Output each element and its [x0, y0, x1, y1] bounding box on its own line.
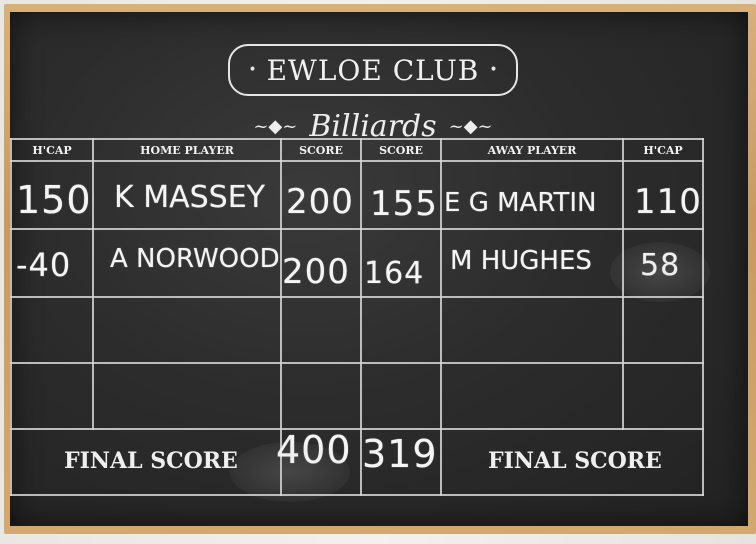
final-away-total: 319: [362, 432, 438, 476]
header-home-score: SCORE: [299, 144, 343, 157]
table-top-line: [10, 138, 704, 140]
row1-away-player: E G MARTIN: [444, 188, 597, 218]
chalk-smudge: [610, 242, 710, 302]
final-score-label-away: FINAL SCORE: [488, 448, 662, 474]
chalk-smudge: [230, 442, 350, 502]
row1-bottom-line: [10, 228, 704, 230]
final-score-label-home: FINAL SCORE: [64, 448, 238, 474]
row1-home-score: 200: [286, 182, 354, 222]
header-home-hcap: H'CAP: [32, 144, 72, 157]
col-line-score: [440, 138, 442, 496]
row2-bottom-line: [10, 296, 704, 298]
table-bottom-line: [10, 494, 704, 496]
row2-home-player: A NORWOOD: [110, 244, 280, 274]
col-line-left: [10, 138, 12, 496]
header-away-player: AWAY PLAYER: [487, 144, 577, 157]
row4-bottom-line: [10, 428, 704, 430]
header-home-player: HOME PLAYER: [140, 144, 234, 157]
row2-away-player: M HUGHES: [450, 246, 592, 276]
row1-home-player: K MASSEY: [114, 180, 265, 215]
header-away-score: SCORE: [379, 144, 423, 157]
col-line-right: [702, 138, 704, 496]
row1-home-hcap: 150: [16, 178, 92, 222]
row3-bottom-line: [10, 362, 704, 364]
col-line-hcap: [92, 138, 94, 430]
row1-away-hcap: 110: [634, 182, 702, 222]
header-bottom-line: [10, 160, 704, 162]
header-away-hcap: H'CAP: [643, 144, 683, 157]
row2-home-score: 200: [282, 252, 350, 292]
chalkboard: • EWLOE CLUB • ~◆~ Billiards ~◆~ H'CAP H…: [10, 12, 748, 526]
row2-away-score: 164: [364, 256, 425, 291]
row2-home-hcap: -40: [16, 246, 72, 284]
row1-away-score: 155: [370, 184, 438, 224]
